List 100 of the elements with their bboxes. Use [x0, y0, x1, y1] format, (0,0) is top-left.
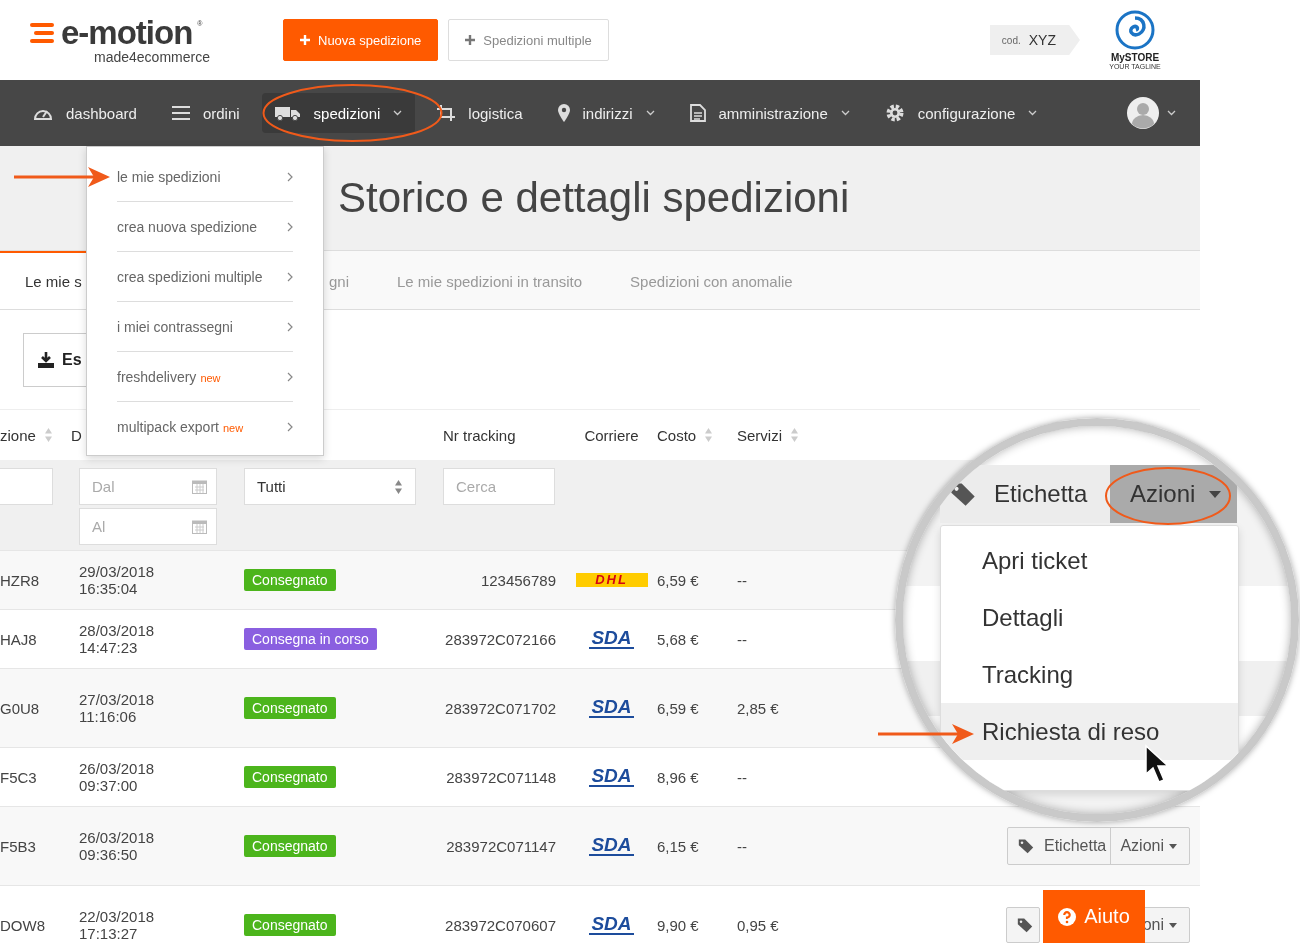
settings-icon	[884, 103, 905, 123]
carrier-logo: SDA	[589, 836, 634, 856]
export-button[interactable]: Es	[23, 332, 86, 387]
nav-item[interactable]: configurazione	[871, 93, 1051, 133]
column-header[interactable]: Costo	[657, 426, 697, 444]
dropdown-item[interactable]: freshdelivery new	[117, 352, 293, 402]
table-cell: 283972C072166	[445, 630, 556, 648]
date-field[interactable]: Dal	[79, 468, 217, 505]
table-cell-text: 5,68 €	[657, 630, 700, 648]
map-pin-icon	[557, 104, 570, 122]
column-header: D	[71, 426, 82, 444]
tag-icon	[1016, 917, 1033, 933]
dropdown-item[interactable]: i miei contrassegni	[117, 302, 293, 352]
table-cell-text: --	[737, 571, 748, 589]
menu-item-label: crea spedizioni multiple	[117, 268, 263, 285]
caret-icon	[1209, 490, 1222, 498]
plus-icon	[300, 35, 310, 45]
dropdown-item[interactable]: le mie spedizioni	[117, 152, 293, 202]
table-cell-text: F5B3	[0, 837, 37, 855]
caret-icon	[1167, 110, 1176, 116]
caret-icon	[1169, 843, 1177, 849]
label-button[interactable]: Etichetta	[940, 465, 1110, 523]
table-cell-text: 09:37:00	[79, 777, 139, 794]
table-cell-text: --	[737, 837, 748, 855]
table-cell-text: 6,59 €	[657, 571, 700, 589]
menu-item[interactable]: Richiesta di reso	[941, 703, 1238, 760]
actions-button[interactable]: Azioni	[1110, 465, 1237, 523]
table-cell: 283972C071702	[445, 699, 556, 717]
menu-item-label: freshdelivery new	[117, 368, 221, 385]
chevron-right-icon	[287, 221, 293, 232]
table-cell-text: 17:13:27	[79, 925, 139, 942]
column-header[interactable]: Servizi	[737, 426, 782, 444]
menu-item[interactable]: Dettagli	[941, 589, 1238, 646]
logo-tagline: made4ecommerce	[94, 50, 211, 64]
logo-mark-icon	[30, 22, 56, 44]
tab[interactable]: Le mie s	[0, 251, 86, 309]
menu-item-label: multipack export new	[117, 419, 244, 435]
truck-icon	[274, 105, 301, 121]
crop-icon	[437, 105, 456, 121]
table-cell-text: 22/03/2018	[79, 908, 156, 925]
multiple-shipments-button[interactable]: Spedizioni multiple	[448, 19, 609, 61]
spiral-logo-icon	[1115, 10, 1155, 50]
table-cell-text: 29/03/2018	[79, 563, 156, 580]
table-cell-text: 27/03/2018	[79, 691, 156, 708]
logo-text: e-motion	[61, 16, 193, 50]
download-icon	[38, 351, 54, 368]
tracking-search-field[interactable]: Cerca	[443, 468, 555, 505]
dropdown-item[interactable]: crea nuova spedizione	[117, 202, 293, 252]
status-badge: Consegna in corso	[244, 628, 377, 650]
column-header[interactable]: zione	[0, 426, 36, 444]
menu-item[interactable]: Apri ticket	[941, 532, 1238, 589]
table-cell-text: 0,95 €	[737, 916, 780, 934]
table-cell-text: 2,85 €	[737, 699, 780, 717]
label-button[interactable]	[1005, 907, 1040, 943]
nav-item[interactable]: dashboard	[20, 93, 150, 133]
select-arrows-icon	[394, 478, 403, 495]
table-cell-text: 9,90 €	[657, 916, 700, 934]
menu-item-label: i miei contrassegni	[117, 318, 233, 335]
carrier-logo: SDA	[589, 767, 634, 787]
carrier-logo: SDA	[589, 698, 634, 718]
nav-item[interactable]: spedizioni	[261, 93, 416, 133]
nav-item[interactable]: ordini	[158, 93, 253, 133]
table-cell-text: 26/03/2018	[79, 829, 156, 846]
list-icon	[171, 106, 190, 120]
table-cell-text: 6,59 €	[657, 699, 700, 717]
table-cell-text: 16:35:04	[79, 580, 139, 597]
chevron-right-icon	[287, 371, 293, 382]
menu-item[interactable]: Tracking	[941, 646, 1238, 703]
carrier-logo: DHL	[575, 573, 648, 587]
help-icon	[1058, 907, 1077, 926]
table-cell-text: G0U8	[0, 699, 41, 717]
table-cell-text: F5C3	[0, 768, 38, 786]
nav-item[interactable]: indirizzi	[544, 93, 668, 133]
table-cell: 123456789	[480, 571, 556, 589]
table-cell-text: 8,96 €	[657, 768, 700, 786]
tag-icon	[950, 481, 976, 507]
label-button[interactable]: Etichetta	[1008, 828, 1111, 864]
dropdown-item[interactable]: multipack export new	[117, 402, 293, 452]
status-badge: Consegnato	[244, 569, 336, 591]
plus-icon	[465, 35, 476, 45]
filter-field[interactable]	[0, 468, 53, 505]
menu-item-label: crea nuova spedizione	[117, 218, 258, 235]
chevron-right-icon	[287, 422, 293, 432]
table-cell-text: HZR8	[0, 571, 41, 589]
chevron-right-icon	[287, 321, 293, 332]
status-select[interactable]: Tutti	[244, 468, 416, 505]
menu-item-label: le mie spedizioni	[117, 168, 221, 185]
column-header: Corriere	[584, 426, 639, 444]
table-cell-text: 14:47:23	[79, 639, 139, 656]
dropdown-item[interactable]: crea spedizioni multiple	[117, 252, 293, 302]
table-cell: 283972C071148	[446, 768, 556, 786]
table-cell-text: DOW8	[0, 916, 46, 934]
nav-item[interactable]: logistica	[424, 93, 536, 133]
calendar-icon	[192, 479, 207, 494]
actions-button[interactable]: Azioni	[1111, 828, 1189, 864]
chevron-right-icon	[287, 271, 293, 282]
account-code-tag: cod. XYZ	[989, 25, 1080, 55]
nav-item[interactable]: amministrazione	[676, 93, 863, 133]
calendar-icon	[192, 519, 207, 534]
date-field[interactable]: Al	[79, 508, 217, 545]
